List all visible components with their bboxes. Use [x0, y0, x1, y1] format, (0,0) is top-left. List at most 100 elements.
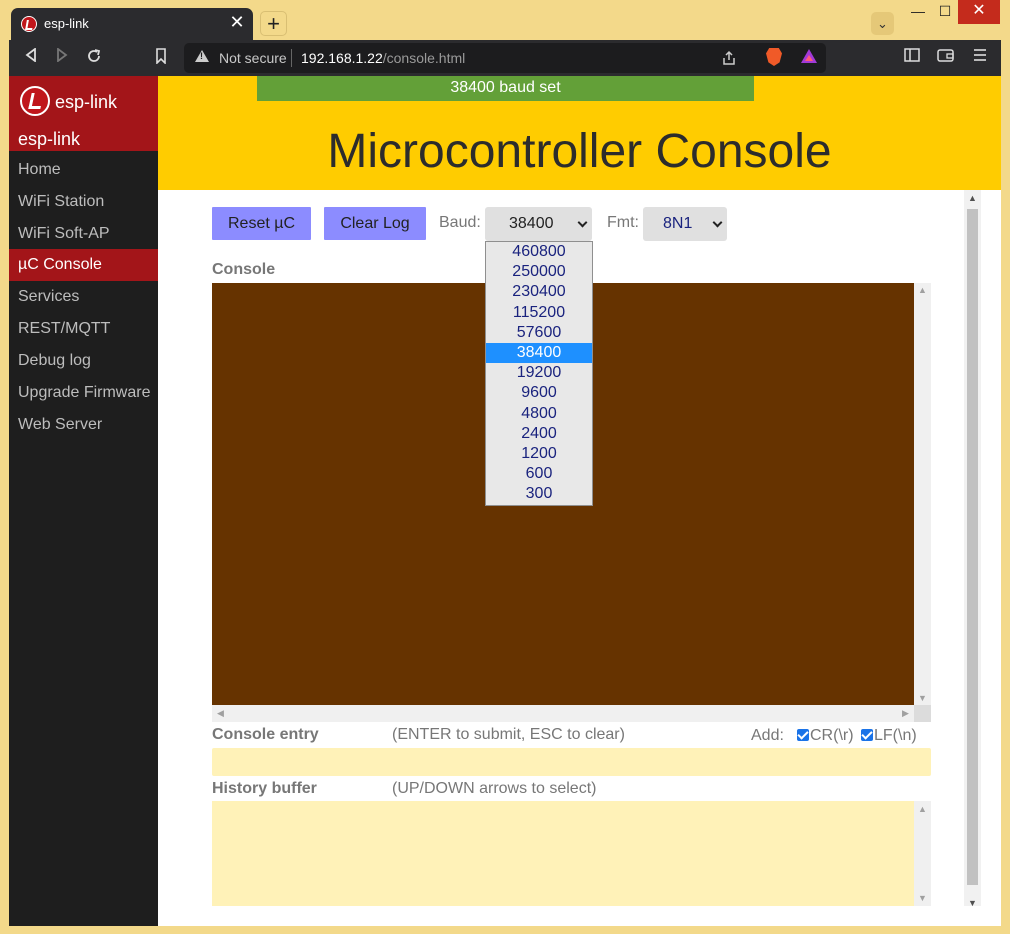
maximize-button[interactable]: ☐ [931, 0, 959, 24]
fmt-label: Fmt: [607, 214, 639, 231]
baud-option[interactable]: 4800 [486, 404, 592, 424]
baud-option[interactable]: 115200 [486, 303, 592, 323]
fmt-select-value: 8N1 [663, 215, 693, 232]
menu-icon[interactable] [970, 48, 990, 66]
sidebar-item-uc-console[interactable]: µC Console [9, 249, 158, 281]
bookmark-button[interactable] [150, 48, 172, 68]
esp-link-logo-icon [20, 86, 50, 116]
address-separator [291, 49, 292, 67]
baud-option[interactable]: 19200 [486, 363, 592, 383]
baud-option[interactable]: 2400 [486, 424, 592, 444]
page-scrollbar-thumb[interactable] [967, 209, 978, 885]
address-bar[interactable]: Not secure 192.168.1.22/console.html [184, 43, 826, 73]
forward-button[interactable] [51, 47, 73, 68]
url-text[interactable]: 192.168.1.22/console.html [301, 50, 465, 66]
url-path: /console.html [382, 50, 466, 66]
cr-label: CR(\r) [810, 727, 854, 744]
scroll-left-icon[interactable]: ◀ [212, 708, 229, 719]
baud-option[interactable]: 300 [486, 484, 592, 504]
sidebar-item-wifi-soft-ap[interactable]: WiFi Soft-AP [9, 218, 158, 250]
back-button[interactable] [20, 47, 42, 68]
chevron-down-icon [577, 217, 588, 228]
chevron-down-icon: ⌄ [877, 16, 888, 31]
console-entry-hint: (ENTER to submit, ESC to clear) [392, 726, 625, 743]
brave-rewards-icon[interactable] [801, 49, 817, 63]
tab-bar: esp-link ✕ + ⌄ — ☐ ✕ [0, 0, 1010, 40]
sidebar-item-debug-log[interactable]: Debug log [9, 345, 158, 377]
forward-arrow-icon [57, 47, 68, 63]
page-header: 38400 baud set Microcontroller Console [158, 76, 1001, 190]
sidebar-item-rest-mqtt[interactable]: REST/MQTT [9, 313, 158, 345]
baud-option-selected[interactable]: 38400 [486, 342, 592, 364]
console-label: Console [212, 261, 276, 278]
cr-checkbox[interactable] [797, 729, 809, 741]
scroll-right-icon[interactable]: ▶ [897, 708, 914, 719]
baud-dropdown-list: 460800 250000 230400 115200 57600 38400 … [485, 241, 593, 506]
bookmark-icon [156, 48, 166, 65]
scroll-up-icon[interactable]: ▲ [914, 285, 931, 295]
history-buffer-textarea[interactable] [212, 801, 931, 906]
esp-link-favicon-icon [21, 16, 37, 32]
brand-header: esp-link esp-link [9, 76, 158, 151]
status-notice: 38400 baud set [257, 76, 754, 101]
console-vertical-scrollbar[interactable]: ▲ ▼ [914, 283, 931, 705]
console-horizontal-scrollbar[interactable]: ◀ ▶ [212, 705, 914, 722]
baud-option[interactable]: 600 [486, 464, 592, 484]
scroll-up-icon[interactable]: ▲ [964, 193, 981, 203]
page-title: Microcontroller Console [327, 125, 832, 178]
tab-close-icon[interactable]: ✕ [227, 12, 247, 33]
reset-uc-button[interactable]: Reset µC [212, 207, 311, 240]
page-scrollbar[interactable]: ▲ ▼ [964, 190, 981, 908]
tab-search-button[interactable]: ⌄ [871, 12, 894, 35]
brand-name: esp-link [55, 92, 118, 112]
security-status[interactable]: Not secure [219, 50, 287, 66]
back-arrow-icon [25, 47, 36, 63]
sidebar-item-wifi-station[interactable]: WiFi Station [9, 186, 158, 218]
reload-icon [88, 49, 101, 62]
reload-button[interactable] [83, 48, 105, 68]
close-window-button[interactable]: ✕ [958, 0, 1000, 24]
lf-label: LF(\n) [874, 727, 917, 744]
console-entry-input[interactable] [212, 748, 931, 776]
baud-option[interactable]: 9600 [486, 383, 592, 403]
scroll-up-icon[interactable]: ▲ [914, 804, 931, 814]
history-buffer-hint: (UP/DOWN arrows to select) [392, 780, 597, 797]
chevron-down-icon [712, 217, 723, 228]
baud-option[interactable]: 250000 [486, 262, 592, 282]
baud-label: Baud: [439, 214, 481, 231]
scroll-down-icon[interactable]: ▼ [914, 693, 931, 703]
warning-icon [195, 50, 209, 62]
tab-title: esp-link [44, 16, 89, 31]
fmt-select[interactable]: 8N1 [643, 207, 727, 241]
url-host: 192.168.1.22 [301, 50, 383, 66]
console-entry-label: Console entry [212, 726, 319, 743]
lf-checkbox[interactable] [861, 729, 873, 741]
baud-option[interactable]: 1200 [486, 444, 592, 464]
browser-toolbar: Not secure 192.168.1.22/console.html [9, 40, 1001, 76]
share-icon[interactable] [721, 50, 737, 69]
sidebar: esp-link esp-link Home WiFi Station WiFi… [9, 76, 158, 926]
wallet-icon[interactable] [936, 48, 956, 66]
baud-option[interactable]: 460800 [486, 242, 592, 262]
history-scrollbar[interactable]: ▲ ▼ [914, 801, 931, 906]
sidebar-item-web-server[interactable]: Web Server [9, 409, 158, 441]
baud-select[interactable]: 38400 [485, 207, 592, 241]
baud-option[interactable]: 57600 [486, 323, 592, 343]
baud-option[interactable]: 230400 [486, 282, 592, 302]
brand-subtitle: esp-link [18, 129, 81, 149]
scrollbar-corner [914, 705, 931, 722]
add-label: Add: [751, 727, 784, 744]
minimize-button[interactable]: — [904, 0, 932, 24]
browser-window: esp-link ✕ + ⌄ — ☐ ✕ Not secure 192.168.… [0, 0, 1010, 934]
sidebar-item-upgrade-firmware[interactable]: Upgrade Firmware [9, 377, 158, 409]
sidebar-item-services[interactable]: Services [9, 281, 158, 313]
scroll-down-icon[interactable]: ▼ [964, 898, 981, 908]
clear-log-button[interactable]: Clear Log [324, 207, 426, 240]
new-tab-button[interactable]: + [260, 11, 287, 36]
sidebar-item-home[interactable]: Home [9, 154, 158, 186]
history-buffer-label: History buffer [212, 780, 317, 797]
sidebar-toggle-icon[interactable] [902, 48, 922, 66]
scroll-down-icon[interactable]: ▼ [914, 893, 931, 903]
baud-select-value: 38400 [509, 215, 554, 232]
browser-tab[interactable]: esp-link ✕ [11, 8, 253, 40]
